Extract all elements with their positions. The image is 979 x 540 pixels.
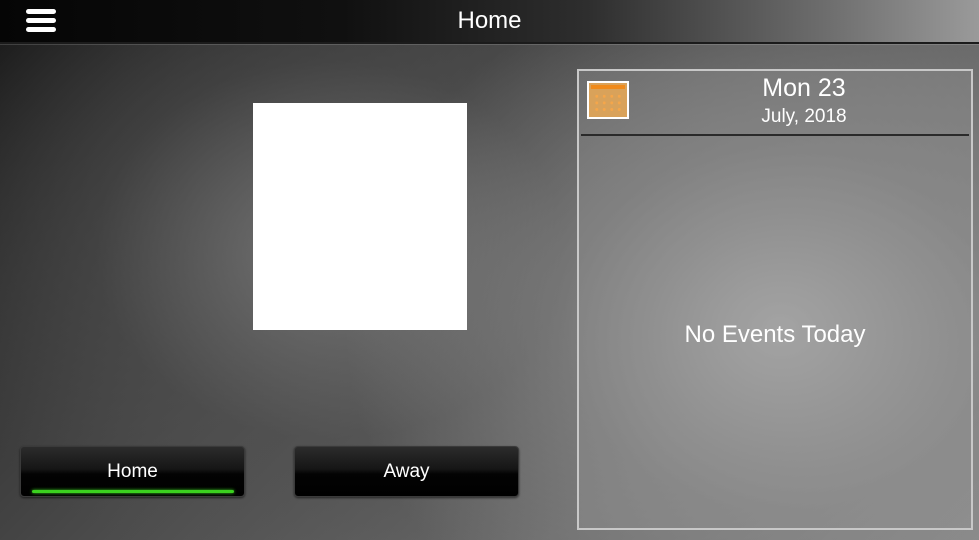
calendar-header: Mon 23 July, 2018 — [579, 71, 971, 134]
away-mode-button[interactable]: Away — [294, 446, 519, 497]
menu-bar-bottom — [26, 27, 56, 32]
hamburger-menu-icon[interactable] — [26, 9, 56, 33]
home-mode-label: Home — [107, 461, 158, 482]
active-mode-indicator — [32, 490, 234, 493]
menu-bar-middle — [26, 18, 56, 23]
calendar-divider — [581, 134, 969, 136]
camera-tile[interactable] — [253, 103, 467, 330]
top-bar: Home — [0, 0, 979, 44]
away-mode-label: Away — [383, 461, 430, 482]
calendar-panel[interactable]: Mon 23 July, 2018 No Events Today — [577, 69, 973, 530]
calendar-icon — [587, 81, 629, 119]
calendar-day: Mon 23 — [762, 74, 846, 102]
calendar-month-year: July, 2018 — [761, 106, 847, 127]
no-events-message: No Events Today — [684, 321, 866, 348]
home-mode-button[interactable]: Home — [20, 446, 245, 497]
page-title: Home — [457, 7, 522, 34]
calendar-icon-grid — [593, 93, 623, 113]
menu-bar-top — [26, 9, 56, 14]
calendar-icon-header — [591, 85, 625, 89]
